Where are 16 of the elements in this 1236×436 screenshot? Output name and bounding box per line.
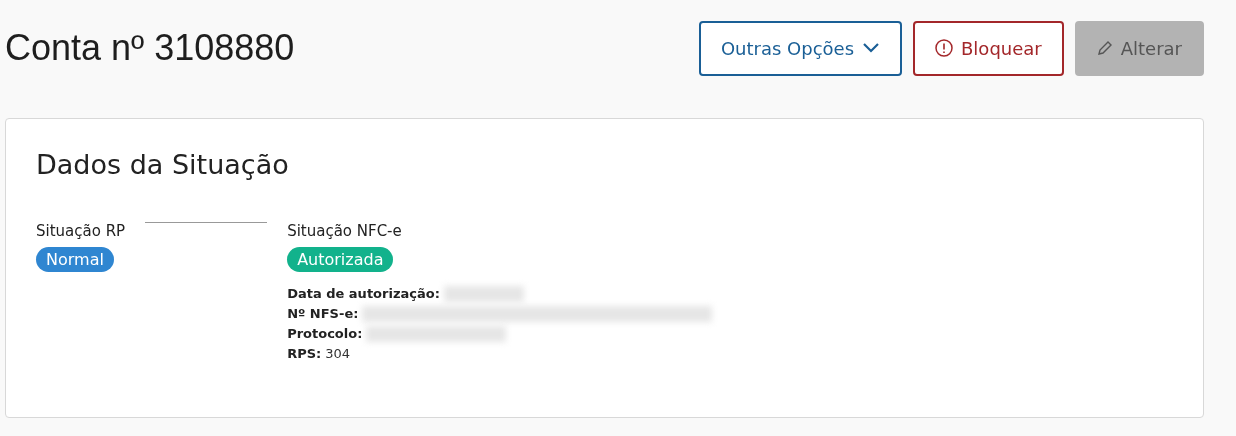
step-label: Situação NFC-e [287,222,402,240]
options-dropdown-button[interactable]: Outras Opções [698,20,902,76]
step-label: Situação RP [36,222,126,240]
detail-label: Protocolo: [287,325,363,343]
alert-circle-icon [935,39,953,57]
detail-label: Data de autorização: [287,285,440,303]
status-badge: Autorizada [287,247,394,272]
page-title: Conta nº 3108880 [5,27,295,69]
pencil-icon [1096,40,1113,56]
card-title: Dados da Situação [36,149,290,180]
block-button[interactable]: Bloquear [913,20,1064,76]
detail-value: 304 [325,345,351,363]
detail-label: RPS: [287,345,322,363]
detail-label: Nº NFS-e: [287,305,359,323]
chevron-down-icon [862,42,880,54]
status-badge: Normal [36,247,114,272]
